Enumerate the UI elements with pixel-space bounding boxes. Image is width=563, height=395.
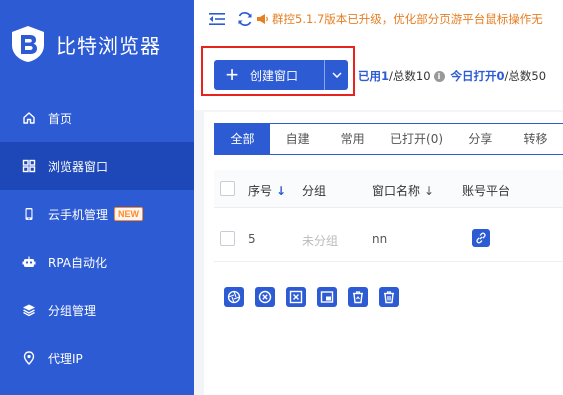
select-all-checkbox[interactable] [220, 181, 235, 196]
refresh-icon[interactable] [236, 11, 254, 27]
today-total-label: /总数50 [504, 69, 547, 83]
filter-tabs: 全部 自建 常用 已打开(0) 分享 转移 [214, 123, 563, 155]
sort-desc-icon[interactable]: ↓ [276, 184, 286, 198]
sidebar-item-label: RPA自动化 [48, 255, 108, 270]
row-seq: 5 [248, 232, 256, 246]
tab-opened[interactable]: 已打开(0) [380, 124, 453, 154]
update-notice-text: 群控5.1.7版本已升级，优化部分页游平台鼠标操作无 [272, 12, 543, 26]
row-checkbox[interactable] [220, 231, 235, 246]
today-open-value: 0 [496, 69, 505, 83]
header-window-name-label: 窗口名称 [372, 184, 421, 198]
close-square-icon[interactable] [286, 287, 306, 307]
create-window-button[interactable]: + 创建窗口 [214, 60, 348, 90]
location-pin-icon [22, 351, 36, 365]
sidebar-item-groups[interactable]: 分组管理 [0, 286, 194, 334]
tab-all[interactable]: 全部 [215, 124, 271, 154]
bulk-actions [224, 287, 410, 307]
recycle-trash-icon[interactable] [348, 287, 368, 307]
phone-icon [22, 207, 36, 221]
speaker-icon [257, 14, 268, 24]
grid-icon [22, 159, 36, 173]
tab-shared[interactable]: 分享 [453, 124, 508, 154]
usage-stats: 已用 1 /总数10 i 今日打开 0 /总数50 [358, 68, 546, 84]
sidebar-item-label: 云手机管理 [48, 207, 109, 222]
home-icon [22, 111, 36, 125]
sidebar-item-label: 浏览器窗口 [48, 159, 109, 174]
header-seq-label: 序号 [248, 184, 273, 198]
used-label: 已用 [358, 69, 381, 83]
tab-self-built[interactable]: 自建 [270, 124, 325, 154]
trash-icon[interactable] [379, 287, 399, 307]
sidebar-item-browser-windows[interactable]: 浏览器窗口 [0, 142, 194, 190]
robot-icon [22, 255, 36, 269]
sidebar-item-cloud-phone[interactable]: 云手机管理 NEW [0, 190, 194, 238]
chevron-down-icon [331, 72, 342, 78]
header-group: 分组 [302, 184, 327, 198]
sidebar-item-label: 代理IP [48, 351, 83, 366]
create-window-dropdown[interactable] [324, 60, 348, 90]
tab-transferred[interactable]: 转移 [508, 124, 563, 154]
sidebar: 比特浏览器 首页 浏览器窗口 云手机管理 NEW RPA自动化 分组管理 代理I… [0, 0, 194, 395]
table-header: 序号 ↓ 分组 窗口名称 ↓ 账号平台 [214, 170, 563, 208]
link-icon[interactable] [472, 229, 490, 247]
today-open-label: 今日打开 [450, 69, 497, 83]
collapse-menu-icon[interactable] [208, 11, 226, 27]
window-list-panel: 全部 自建 常用 已打开(0) 分享 转移 序号 ↓ 分组 窗口名称 ↓ 账号平台 … [204, 112, 563, 395]
new-badge: NEW [114, 207, 144, 221]
used-value: 1 [381, 69, 390, 83]
sidebar-item-label: 首页 [48, 111, 73, 126]
sidebar-item-home[interactable]: 首页 [0, 94, 194, 142]
row-group: 未分组 [302, 234, 339, 248]
header-window-name[interactable]: 窗口名称 ↓ [372, 182, 434, 199]
sort-icon[interactable]: ↓ [424, 184, 434, 198]
row-window-name: nn [372, 232, 388, 246]
close-circle-icon[interactable] [255, 287, 275, 307]
brand: 比特浏览器 [10, 25, 161, 63]
sidebar-item-proxy-ip[interactable]: 代理IP [0, 334, 194, 382]
window-icon[interactable] [317, 287, 337, 307]
table-row[interactable]: 5 未分组 nn [214, 216, 563, 262]
plus-icon: + [225, 62, 239, 87]
bitbrowser-logo-icon [12, 26, 44, 62]
aperture-icon[interactable] [224, 287, 244, 307]
update-notice[interactable]: 群控5.1.7版本已升级，优化部分页游平台鼠标操作无 [256, 11, 543, 27]
info-icon[interactable]: i [433, 70, 445, 82]
layers-icon [22, 303, 36, 317]
sidebar-item-rpa[interactable]: RPA自动化 [0, 238, 194, 286]
sidebar-item-label: 分组管理 [48, 303, 97, 318]
header-platform: 账号平台 [462, 184, 511, 198]
header-seq[interactable]: 序号 ↓ [248, 182, 286, 199]
sidebar-nav: 首页 浏览器窗口 云手机管理 NEW RPA自动化 分组管理 代理IP [0, 94, 194, 382]
total-label: /总数10 [389, 69, 431, 83]
create-window-label: 创建窗口 [250, 68, 299, 83]
tab-frequent[interactable]: 常用 [325, 124, 380, 154]
toolbar-panel: + 创建窗口 已用 1 /总数10 i 今日打开 0 /总数50 [194, 38, 563, 110]
top-bar: 群控5.1.7版本已升级，优化部分页游平台鼠标操作无 [194, 0, 563, 38]
brand-name: 比特浏览器 [56, 33, 161, 58]
